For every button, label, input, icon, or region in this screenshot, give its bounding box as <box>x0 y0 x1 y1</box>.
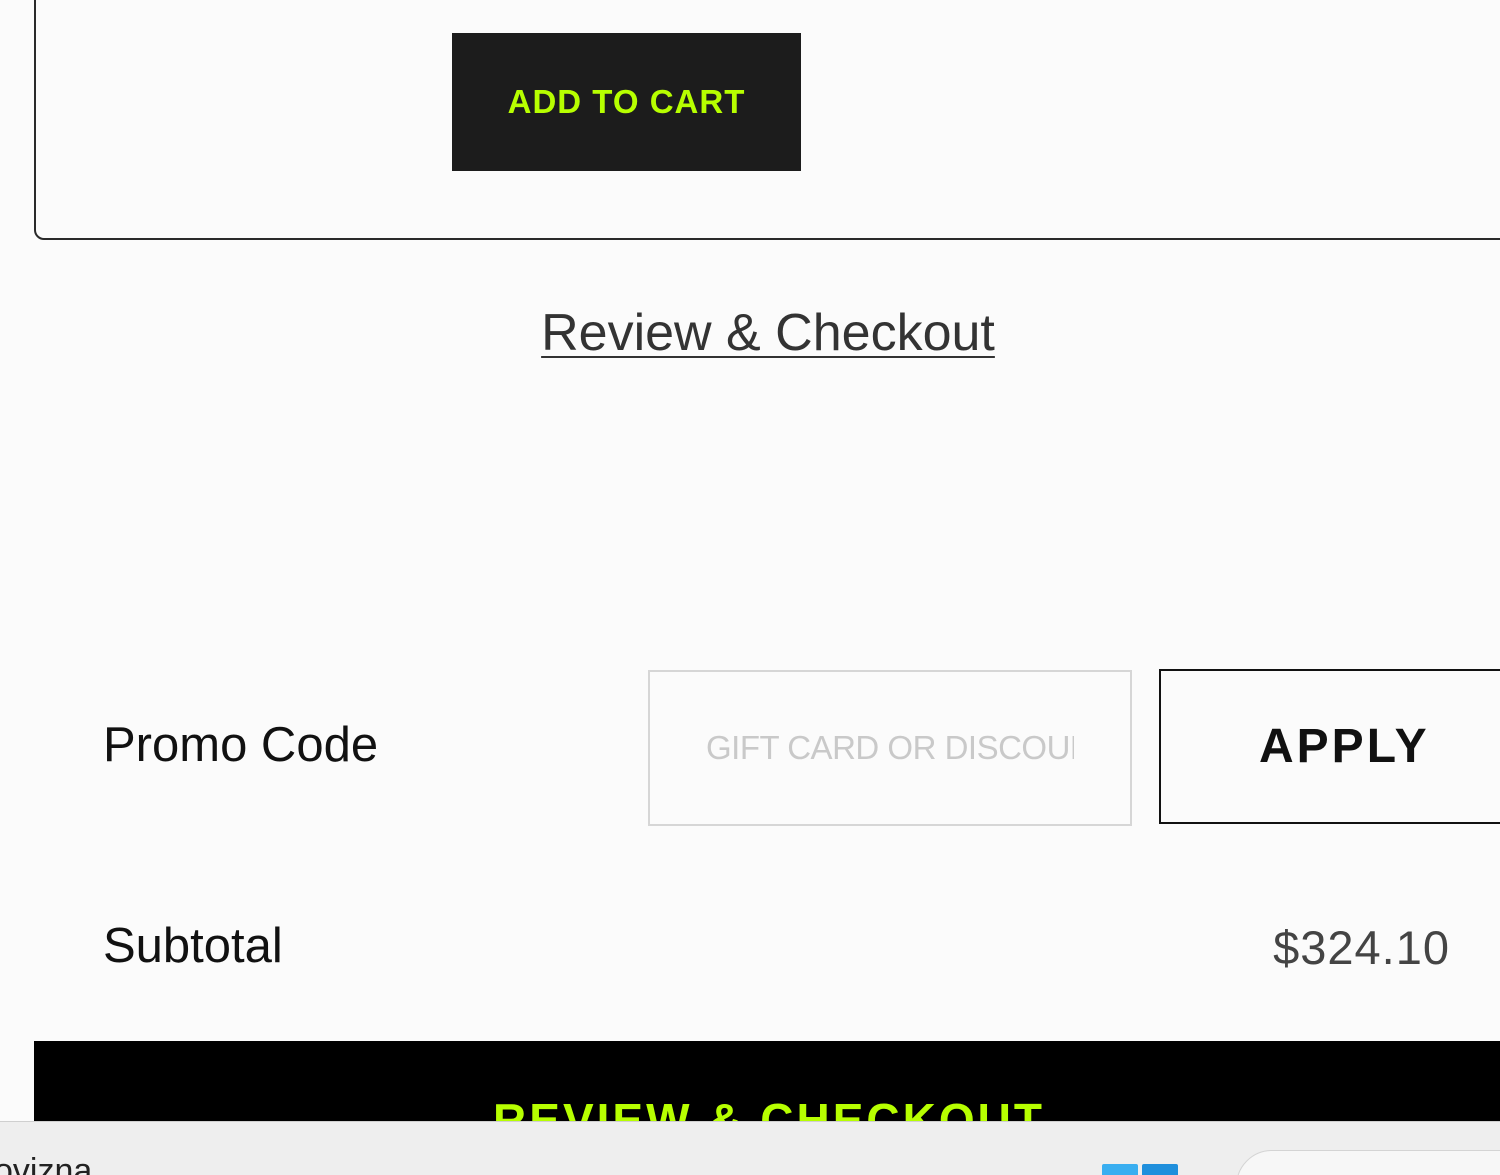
taskbar-app-label[interactable]: ovizna <box>0 1152 92 1175</box>
subtotal-value: $324.10 <box>1273 921 1450 974</box>
review-checkout-button[interactable]: REVIEW & CHECKOUT <box>34 1041 1500 1121</box>
subtotal-label: Subtotal <box>103 919 283 973</box>
review-checkout-button-label: REVIEW & CHECKOUT <box>493 1094 1045 1121</box>
promo-code-label: Promo Code <box>103 718 379 772</box>
os-taskbar: ovizna <box>0 1121 1500 1175</box>
windows-start-icon[interactable] <box>1102 1164 1182 1175</box>
add-to-cart-button[interactable]: ADD TO CART <box>452 33 801 171</box>
review-checkout-link[interactable]: Review & Checkout <box>0 303 1500 363</box>
cart-page: ADD TO CART Review & Checkout Promo Code… <box>0 0 1500 1175</box>
apply-promo-button[interactable]: APPLY <box>1159 669 1500 824</box>
taskbar-search-box[interactable] <box>1236 1150 1500 1175</box>
promo-code-input[interactable] <box>648 670 1132 826</box>
